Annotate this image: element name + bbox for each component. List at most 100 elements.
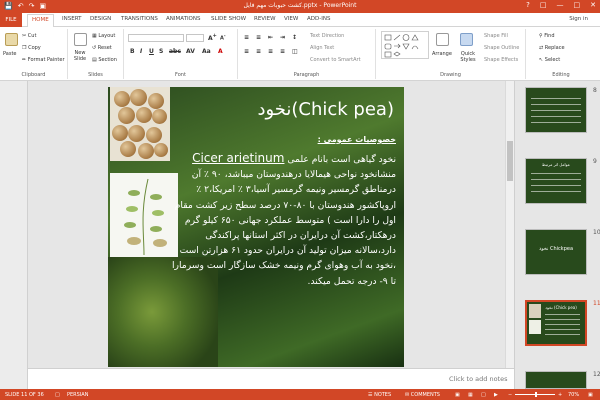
shadow-icon[interactable]: S — [159, 48, 163, 55]
editing-group-label: Editing — [552, 72, 570, 78]
section-button[interactable]: ▤ Section — [92, 57, 117, 63]
slide-title[interactable]: (Chick pea)نخود — [194, 99, 394, 120]
chickpea-seeds-image[interactable] — [110, 87, 170, 161]
justify-icon[interactable]: ≡ — [280, 48, 285, 55]
restore-ribbon-icon[interactable]: □ — [540, 1, 547, 9]
slide-thumbnail-12[interactable] — [525, 371, 587, 389]
numbering-icon[interactable]: ≡ — [256, 34, 261, 41]
tab-design[interactable]: DESIGN — [90, 16, 111, 22]
tab-animations[interactable]: ANIMATIONS — [166, 16, 201, 22]
italic-icon[interactable]: I — [140, 48, 142, 55]
shrink-font-icon[interactable]: A- — [220, 33, 226, 42]
decrease-indent-icon[interactable]: ⇤ — [268, 34, 273, 41]
slide-body-text[interactable]: نخود گیاهی است بانام علمی Cicer arietinu… — [166, 151, 396, 289]
chickpea-seed — [148, 93, 164, 109]
language-indicator[interactable]: PERSIAN — [67, 392, 88, 398]
zoom-slider-knob[interactable] — [535, 392, 537, 397]
new-slide-icon[interactable] — [74, 33, 87, 46]
tab-review[interactable]: REVIEW — [254, 16, 276, 22]
paste-button[interactable]: Paste — [3, 51, 17, 57]
tab-insert[interactable]: INSERT — [62, 16, 81, 22]
find-button[interactable]: ⚲ Find — [539, 33, 555, 39]
spellcheck-icon[interactable]: □ — [55, 392, 60, 398]
thumbnail-text-line — [545, 319, 580, 320]
current-slide[interactable]: (Chick pea)نخود خصوصیات عمومی : نخود گیا… — [108, 87, 404, 367]
tab-transitions[interactable]: TRANSITIONS — [121, 16, 158, 22]
reading-view-icon[interactable]: □ — [481, 392, 486, 398]
maximize-icon[interactable]: □ — [574, 1, 581, 9]
notes-toggle[interactable]: ☰ NOTES — [368, 392, 391, 398]
slide-sorter-icon[interactable]: ▦ — [468, 392, 473, 398]
columns-icon[interactable]: ◫ — [292, 48, 298, 55]
zoom-in-icon[interactable]: + — [558, 392, 562, 398]
drawing-group: Arrange Quick Styles Shape Fill Shape Ou… — [376, 29, 526, 79]
scrollbar-thumb[interactable] — [507, 141, 513, 181]
quick-styles-button[interactable]: Quick Styles — [456, 51, 480, 63]
char-spacing-icon[interactable]: AV — [186, 48, 195, 55]
slide-thumbnail-8[interactable] — [525, 87, 587, 133]
strikethrough-icon[interactable]: abc — [169, 48, 181, 55]
text-direction-button[interactable]: Text Direction — [310, 33, 344, 39]
thumbnail-text-line — [545, 334, 580, 335]
normal-view-icon[interactable]: ▣ — [455, 392, 460, 398]
status-bar: SLIDE 11 OF 36 □ PERSIAN ☰ NOTES ✉ COMME… — [0, 389, 600, 400]
slide-body-before-latin: نخود گیاهی است بانام علمی — [284, 154, 396, 165]
increase-indent-icon[interactable]: ⇥ — [280, 34, 285, 41]
align-center-icon[interactable]: ≡ — [256, 48, 261, 55]
align-text-button[interactable]: Align Text — [310, 45, 334, 51]
font-name-input[interactable] — [128, 34, 184, 42]
line-spacing-icon[interactable]: ↕ — [292, 34, 297, 41]
tab-file[interactable]: FILE — [0, 13, 22, 27]
quick-styles-icon[interactable] — [460, 33, 473, 46]
paste-icon[interactable] — [5, 33, 18, 46]
new-slide-button[interactable]: New Slide — [70, 50, 90, 62]
vertical-scrollbar[interactable] — [505, 81, 514, 368]
bold-icon[interactable]: B — [130, 48, 135, 55]
layout-button[interactable]: ▦ Layout — [92, 33, 115, 39]
select-button[interactable]: ↖ Select — [539, 57, 560, 63]
shape-outline-button[interactable]: Shape Outline — [484, 45, 519, 51]
notes-pane[interactable]: Click to add notes — [28, 368, 514, 389]
slideshow-icon[interactable]: ▶ — [494, 392, 498, 398]
font-color-icon[interactable]: A — [218, 48, 223, 55]
tab-add-ins[interactable]: ADD-INS — [307, 16, 330, 22]
format-painter-button[interactable]: ✏ Format Painter — [22, 57, 65, 63]
zoom-level[interactable]: 70% — [568, 392, 579, 398]
copy-button[interactable]: ❐ Copy — [22, 45, 41, 51]
thumbnail-number: 10 — [593, 229, 600, 236]
notes-placeholder[interactable]: Click to add notes — [449, 375, 507, 383]
align-right-icon[interactable]: ≡ — [268, 48, 273, 55]
slide-thumbnail-10[interactable]: نخود Chickpea — [525, 229, 587, 275]
tab-home[interactable]: HOME — [27, 14, 54, 27]
reset-button[interactable]: ↺ Reset — [92, 45, 112, 51]
zoom-out-icon[interactable]: − — [508, 392, 512, 398]
sign-in-link[interactable]: Sign in — [569, 16, 588, 22]
convert-smartart-button[interactable]: Convert to SmartArt — [310, 57, 361, 63]
close-icon[interactable]: ✕ — [590, 1, 596, 9]
chickpea-seed — [152, 109, 167, 124]
slide-thumbnail-9[interactable]: عوامل اثر مرتبط — [525, 158, 587, 204]
arrange-icon[interactable] — [436, 33, 449, 46]
font-size-input[interactable] — [186, 34, 204, 42]
shape-effects-button[interactable]: Shape Effects — [484, 57, 518, 63]
fit-slide-icon[interactable]: ▣ — [588, 392, 593, 398]
shape-fill-button[interactable]: Shape Fill — [484, 33, 508, 39]
align-left-icon[interactable]: ≡ — [244, 48, 249, 55]
change-case-icon[interactable]: Aa — [202, 48, 211, 55]
comments-toggle[interactable]: ✉ COMMENTS — [405, 392, 440, 398]
replace-button[interactable]: ⇄ Replace — [539, 45, 565, 51]
slide-thumbnail-11[interactable]: نخود (Chick pea) — [525, 300, 587, 346]
paragraph-group-label: Paragraph — [293, 72, 320, 78]
minimize-icon[interactable]: — — [557, 1, 564, 9]
grow-font-icon[interactable]: A+ — [208, 33, 217, 42]
bullets-icon[interactable]: ≡ — [244, 34, 249, 41]
arrange-button[interactable]: Arrange — [432, 51, 452, 57]
cut-button[interactable]: ✂ Cut — [22, 33, 36, 39]
shapes-gallery-icons — [384, 34, 419, 58]
tab-slide-show[interactable]: SLIDE SHOW — [211, 16, 246, 22]
help-icon[interactable]: ? — [526, 1, 530, 9]
tab-view[interactable]: VIEW — [284, 16, 298, 22]
chickpea-seed — [128, 125, 145, 142]
shapes-gallery[interactable] — [381, 31, 429, 59]
underline-icon[interactable]: U — [149, 48, 154, 55]
